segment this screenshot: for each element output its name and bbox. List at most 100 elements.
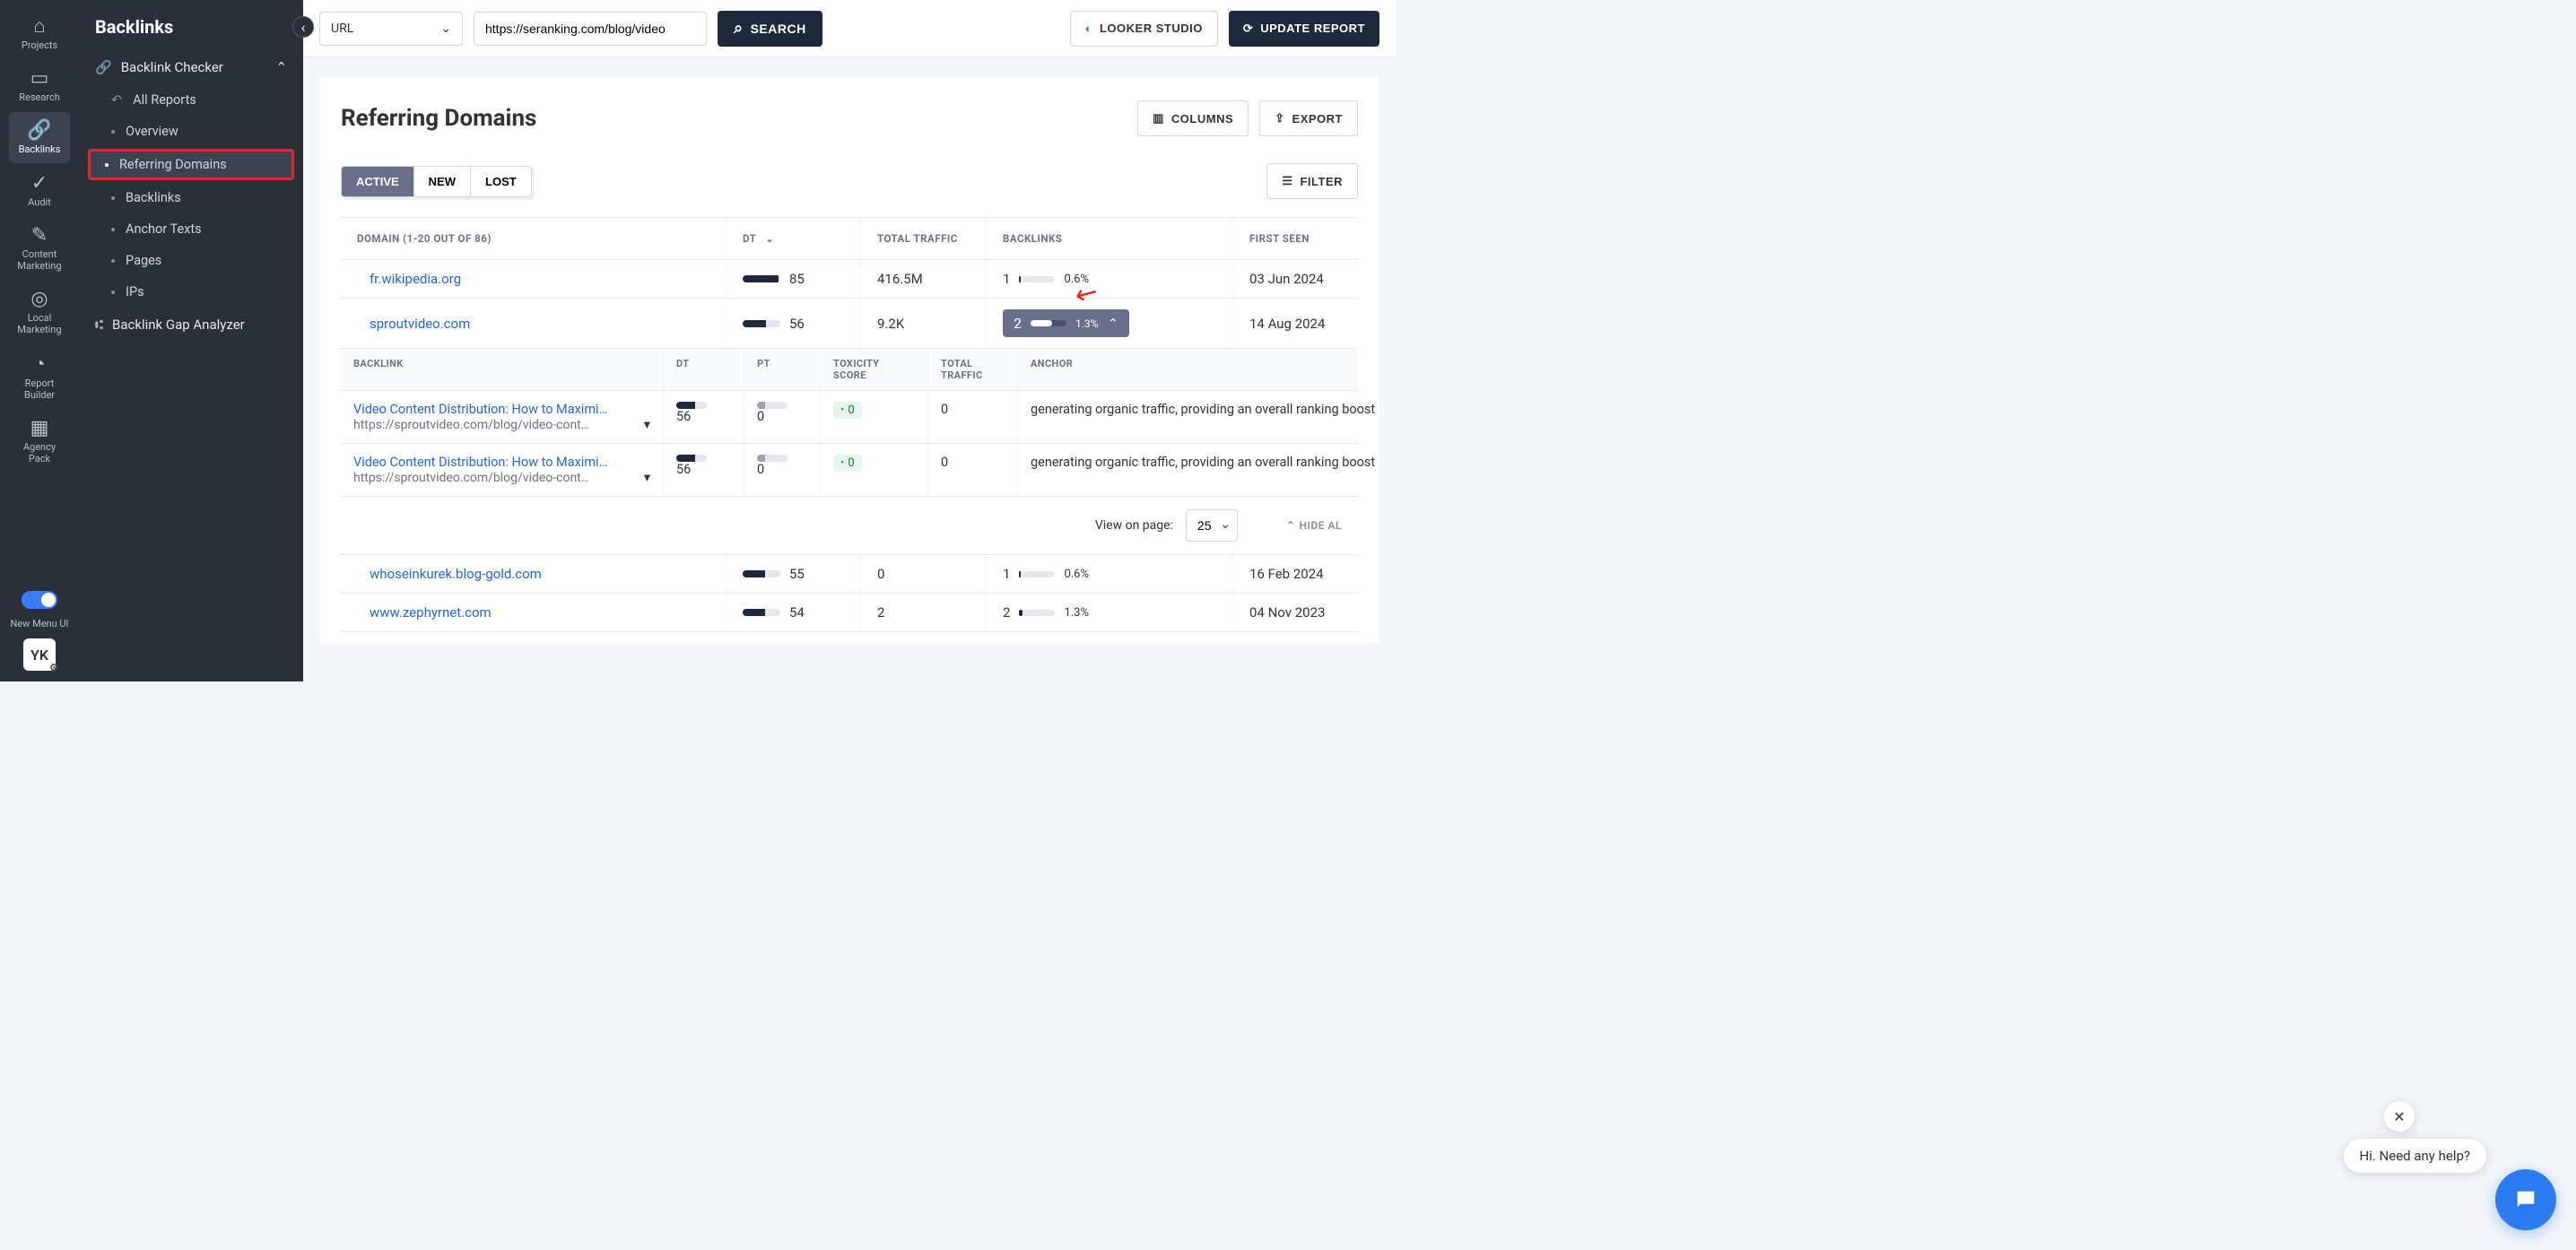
link-referring-domains[interactable]: Referring Domains <box>88 149 294 180</box>
pin-icon: ◎ <box>30 288 48 310</box>
backlink-title-link[interactable]: Video Content Distribution: How to Maxim… <box>353 402 650 417</box>
sub-col-anchor[interactable]: ANCHOR <box>1018 349 1396 390</box>
url-input[interactable] <box>474 12 707 46</box>
sub-col-backlink[interactable]: BACKLINK <box>341 349 664 390</box>
hide-all-link[interactable]: ⌃HIDE AL <box>1286 519 1342 532</box>
nav-research[interactable]: ▭Research <box>9 60 70 110</box>
chevron-down-icon[interactable]: ▾ <box>644 417 650 432</box>
backlink-url: https://sproutvideo.com/blog/video-cont… <box>353 418 639 432</box>
new-menu-toggle[interactable] <box>22 591 57 609</box>
link-pages[interactable]: Pages <box>79 245 303 276</box>
nav-label: Backlinks <box>19 143 61 155</box>
anchor-text: generating organic traffic, providing an… <box>1018 391 1396 443</box>
pencil-icon: ✎ <box>31 224 48 247</box>
update-report-button[interactable]: ⟳UPDATE REPORT <box>1229 11 1379 47</box>
page-size-select[interactable]: 25 <box>1186 509 1238 542</box>
nav-projects[interactable]: ⌂Projects <box>9 7 70 58</box>
link-all-reports[interactable]: ↶All Reports <box>79 84 303 116</box>
export-button[interactable]: ⇪EXPORT <box>1259 100 1358 136</box>
col-first-seen[interactable]: FIRST SEEN <box>1233 218 1396 259</box>
columns-button[interactable]: ▥COLUMNS <box>1137 100 1249 136</box>
group-label: Backlink Gap Analyzer <box>112 317 245 333</box>
status-segment: ACTIVE NEW LOST <box>341 166 532 197</box>
sub-col-traffic[interactable]: TOTAL TRAFFIC <box>928 349 1018 390</box>
toxicity-badge: 0 <box>833 402 862 419</box>
page-title: Referring Domains <box>341 105 536 132</box>
nav-backlinks[interactable]: 🔗Backlinks <box>9 112 70 162</box>
chevron-down-icon: ⌄ <box>440 22 451 36</box>
avatar[interactable]: YK⚙ <box>23 638 56 671</box>
chevron-up-icon: ⌃ <box>1107 316 1118 332</box>
tab-lost[interactable]: LOST <box>470 167 531 196</box>
collapse-sidebar-button[interactable]: ‹ <box>292 16 314 38</box>
chevron-down-icon: ⌄ <box>765 232 774 245</box>
col-backlinks[interactable]: BACKLINKS <box>987 218 1233 259</box>
dt-value: 85 <box>789 271 805 287</box>
group-backlink-checker[interactable]: 🔗 Backlink Checker ⌃ <box>79 50 303 84</box>
dot-icon <box>111 228 115 231</box>
chevron-down-icon[interactable]: ▾ <box>644 470 650 485</box>
looker-studio-button[interactable]: ◐LOOKER STUDIO <box>1070 11 1218 47</box>
button-label: FILTER <box>1300 175 1343 188</box>
sub-col-dt[interactable]: DT <box>664 349 744 390</box>
hide-all-label: HIDE AL <box>1299 519 1342 532</box>
dot-icon <box>105 163 109 167</box>
chevron-up-icon: ⌃ <box>275 59 287 75</box>
pt-value: 0 <box>757 462 764 477</box>
sub-col-pt[interactable]: PT <box>744 349 821 390</box>
chart-pie-icon: ◔ <box>33 352 45 376</box>
pt-bar <box>757 455 788 462</box>
return-icon: ↶ <box>111 92 122 108</box>
col-traffic[interactable]: TOTAL TRAFFIC <box>861 218 987 259</box>
sub-col-toxicity[interactable]: TOXICITY SCORE <box>821 349 928 390</box>
col-label: DT <box>743 232 756 245</box>
nav-content-marketing[interactable]: ✎Content Marketing <box>9 217 70 279</box>
col-domain[interactable]: DOMAIN (1-20 OUT OF 86) <box>341 218 727 259</box>
nav-audit[interactable]: ✓Audit <box>9 165 70 215</box>
domain-link[interactable]: whoseinkurek.blog-gold.com <box>357 566 542 582</box>
domain-link[interactable]: www.zephyrnet.com <box>357 604 492 621</box>
bl-count: 1 <box>1003 566 1010 582</box>
traffic-value: 416.5M <box>861 260 987 298</box>
group-gap-analyzer[interactable]: ⑆ Backlink Gap Analyzer <box>79 308 303 342</box>
toggle-label: New Menu UI <box>10 618 68 629</box>
link-backlinks[interactable]: Backlinks <box>79 182 303 213</box>
nav-local-marketing[interactable]: ◎Local Marketing <box>9 281 70 343</box>
first-seen-value: 04 Nov 2023 <box>1233 594 1396 631</box>
pt-value: 0 <box>757 409 764 424</box>
dt-bar <box>676 455 707 462</box>
tab-new[interactable]: NEW <box>413 167 470 196</box>
nav-report-builder[interactable]: ◔Report Builder <box>9 345 70 408</box>
link-label: Pages <box>126 253 161 268</box>
chat-launcher-button[interactable] <box>2495 1169 2556 1230</box>
pt-bar <box>757 402 788 409</box>
backlinks-expand-pill[interactable]: 21.3%⌃ <box>1003 309 1129 337</box>
link-anchor-texts[interactable]: Anchor Texts <box>79 213 303 245</box>
backlink-title-link[interactable]: Video Content Distribution: How to Maxim… <box>353 455 650 470</box>
chat-tooltip-close[interactable]: ✕ <box>2384 1101 2415 1132</box>
domain-link[interactable]: fr.wikipedia.org <box>357 271 461 287</box>
pager-label: View on page: <box>1095 518 1173 533</box>
search-button[interactable]: ⌕SEARCH <box>718 11 822 47</box>
dt-bar <box>676 402 707 409</box>
dt-value: 56 <box>676 462 691 477</box>
topbar: URL⌄ ⌕SEARCH ◐LOOKER STUDIO ⟳UPDATE REPO… <box>303 0 1396 57</box>
monitor-icon: ▭ <box>30 67 49 90</box>
link-label: Backlinks <box>126 190 181 205</box>
chat-tooltip-text: Hi. Need any help? <box>2360 1148 2470 1164</box>
filter-button[interactable]: ☰FILTER <box>1266 163 1358 199</box>
button-label: COLUMNS <box>1171 112 1233 126</box>
nav-agency-pack[interactable]: ▦Agency Pack <box>9 410 70 472</box>
link-ips[interactable]: IPs <box>79 276 303 308</box>
table-row: whoseinkurek.blog-gold.com 55 0 10.6% 16… <box>341 555 1358 594</box>
col-dt[interactable]: DT ⌄ <box>727 218 861 259</box>
domain-link[interactable]: sproutvideo.com <box>357 316 470 332</box>
link-overview[interactable]: Overview <box>79 116 303 147</box>
tab-active[interactable]: ACTIVE <box>342 167 413 196</box>
url-type-select[interactable]: URL⌄ <box>319 12 463 46</box>
link-label: Overview <box>126 124 178 139</box>
dt-value: 54 <box>789 604 805 621</box>
bl-bar <box>1019 276 1055 282</box>
bl-count: 2 <box>1014 315 1022 332</box>
anchor-text: generating organic traffic, providing an… <box>1018 444 1396 496</box>
